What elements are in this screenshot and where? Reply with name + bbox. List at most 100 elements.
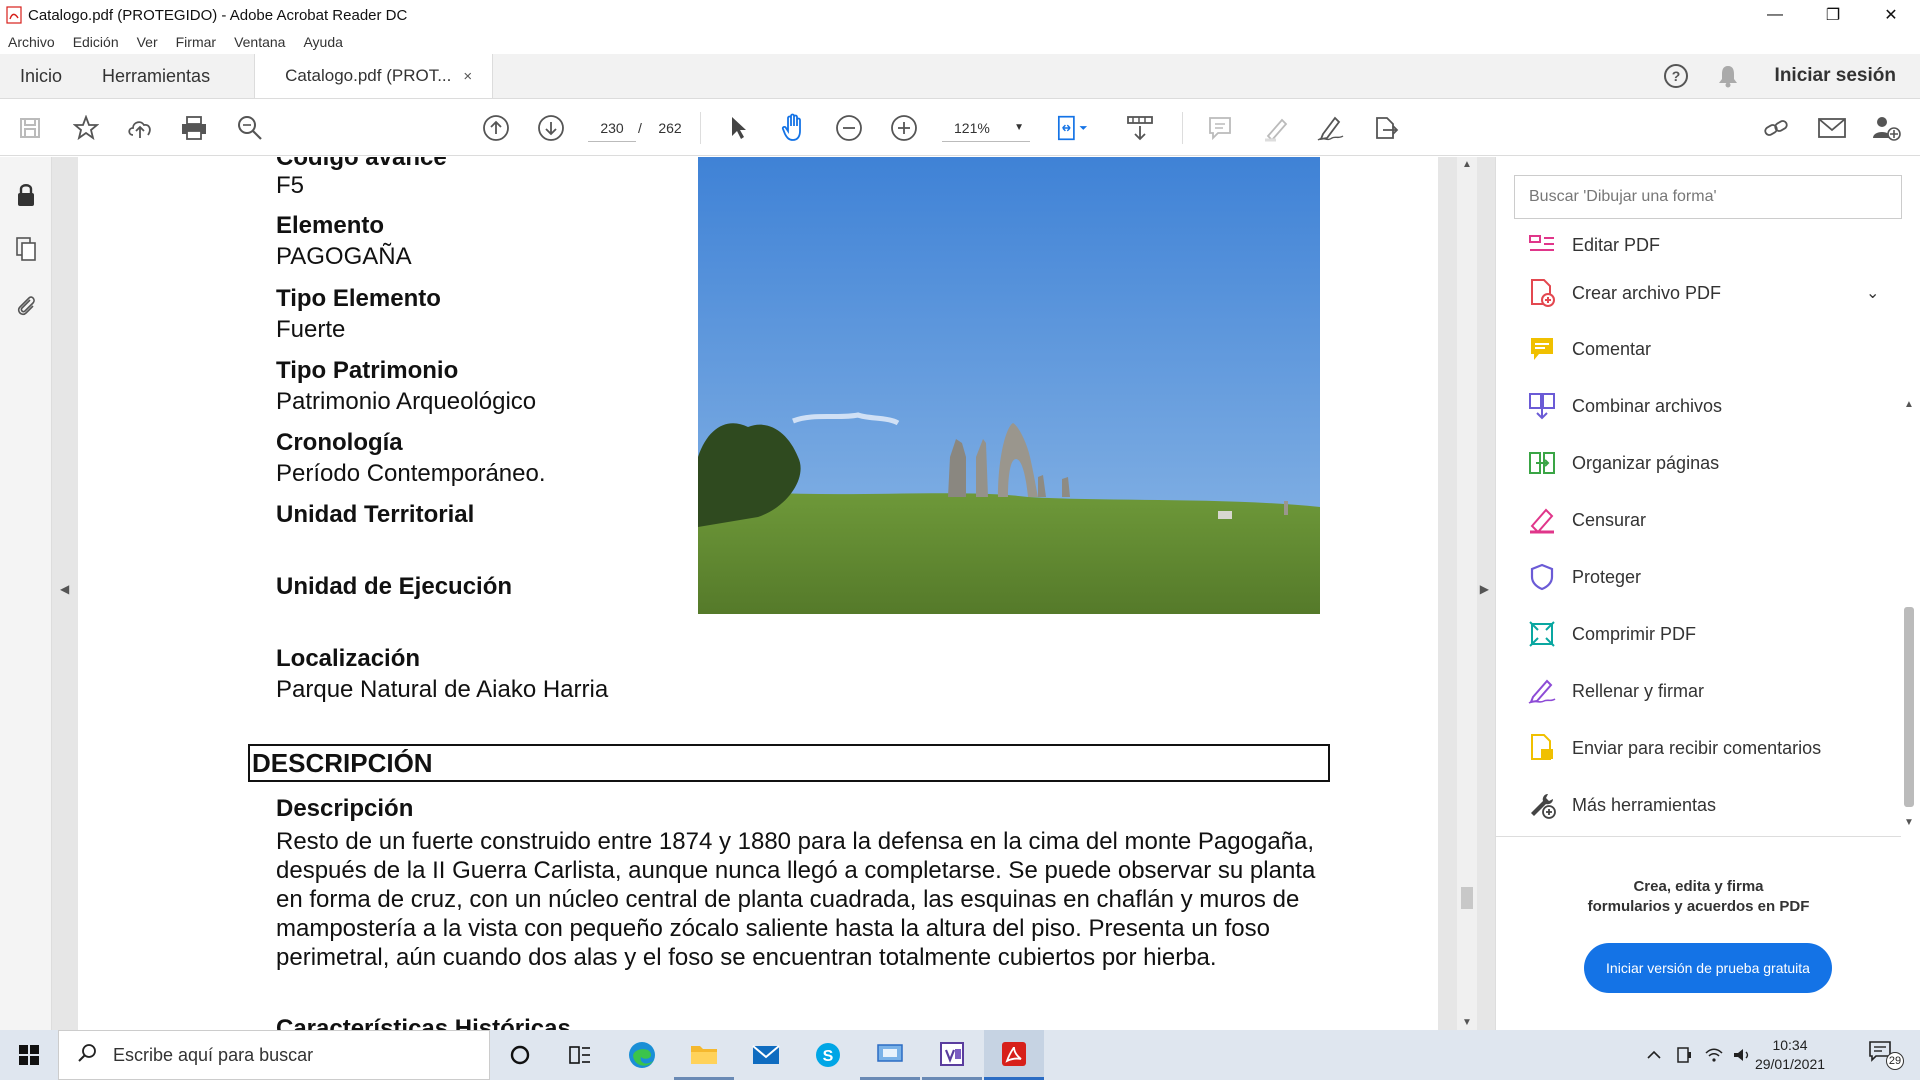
document-scrollbar[interactable]: ▲ ▼ (1457, 157, 1477, 1030)
restore-button[interactable]: ❐ (1804, 0, 1862, 30)
tab-home[interactable]: Inicio (0, 54, 82, 98)
fill-sign-icon (1526, 675, 1558, 707)
tool-organize-pages[interactable]: Organizar páginas (1526, 443, 1719, 483)
notifications-bell-icon[interactable] (1713, 61, 1743, 91)
expand-right-panel-icon[interactable]: ▶ (1480, 582, 1489, 596)
compress-pdf-icon (1526, 618, 1558, 650)
minimize-button[interactable]: — (1746, 0, 1804, 30)
organize-pages-icon (1526, 447, 1558, 479)
tab-document-label: Catalogo.pdf (PROT... (285, 66, 452, 85)
scroll-up-arrow-icon[interactable]: ▲ (1462, 159, 1472, 170)
windows-start-icon[interactable] (0, 1030, 58, 1080)
start-trial-button[interactable]: Iniciar versión de prueba gratuita (1584, 943, 1832, 993)
protect-icon (1526, 561, 1558, 593)
scroll-down-arrow-icon[interactable]: ▼ (1462, 1017, 1472, 1028)
tool-send-review[interactable]: Enviar para recibir comentarios (1526, 728, 1821, 768)
ruins-photo (698, 157, 1320, 614)
system-clock[interactable]: 10:34 29/01/2021 (1740, 1036, 1840, 1074)
wifi-icon[interactable] (1700, 1030, 1728, 1080)
next-page-icon[interactable] (535, 112, 567, 144)
zoom-level-select[interactable]: 121% ▼ (942, 114, 1030, 142)
add-user-icon[interactable] (1870, 112, 1902, 144)
taskbar-search-box[interactable]: Escribe aquí para buscar (58, 1030, 490, 1080)
task-view-icon[interactable] (550, 1030, 610, 1080)
zoom-in-icon[interactable] (888, 112, 920, 144)
close-tab-icon[interactable]: × (463, 68, 472, 85)
tool-organize-pages-label: Organizar páginas (1572, 452, 1720, 473)
skype-icon[interactable]: S (798, 1030, 858, 1080)
field-label-codigo: Código avance (276, 157, 447, 171)
share-link-icon[interactable] (1760, 112, 1792, 144)
edge-browser-icon[interactable] (612, 1030, 672, 1080)
scroll-mode-icon[interactable] (1124, 112, 1156, 144)
tool-combine-files-label: Combinar archivos (1572, 395, 1723, 416)
scroll-up-arrow-icon[interactable]: ▲ (1904, 399, 1914, 410)
sign-pen-icon[interactable] (1314, 112, 1346, 144)
save-icon[interactable] (14, 112, 46, 144)
mail-icon[interactable] (736, 1030, 796, 1080)
sign-in-button[interactable]: Iniciar sesión (1775, 65, 1896, 87)
show-hidden-icons-icon[interactable] (1640, 1030, 1668, 1080)
page-number-input[interactable]: 230 (588, 114, 636, 142)
search-zoom-icon[interactable] (234, 112, 266, 144)
field-label-localizacion: Localización (276, 645, 421, 672)
menu-archivo[interactable]: Archivo (8, 34, 55, 50)
left-navigation-rail (0, 157, 52, 1030)
device-icon[interactable] (1670, 1030, 1698, 1080)
tab-document[interactable]: Catalogo.pdf (PROT... × (254, 54, 494, 98)
page-thumbnails-icon[interactable] (12, 235, 40, 263)
field-label-tipo-patrimonio: Tipo Patrimonio (276, 357, 459, 384)
field-label-cronologia: Cronología (276, 429, 403, 456)
tab-tools[interactable]: Herramientas (82, 54, 230, 98)
tool-more-tools[interactable]: Más herramientas (1526, 785, 1716, 825)
share-edit-icon[interactable] (1370, 112, 1402, 144)
lock-icon[interactable] (12, 181, 40, 209)
zoom-out-icon[interactable] (833, 112, 865, 144)
help-icon[interactable]: ? (1661, 61, 1691, 91)
redact-icon (1526, 504, 1558, 536)
description-label: Descripción (276, 795, 414, 822)
highlight-icon[interactable] (1260, 112, 1292, 144)
tool-combine-files[interactable]: Combinar archivos (1526, 386, 1722, 426)
document-viewport[interactable]: ◀ Código avance F5 Elemento PAGOGAÑA Tip… (52, 157, 1495, 1030)
menu-ver[interactable]: Ver (137, 34, 158, 50)
star-icon[interactable] (70, 112, 102, 144)
visio-icon[interactable] (922, 1030, 982, 1080)
tool-fill-sign[interactable]: Rellenar y firmar (1526, 671, 1704, 711)
tool-edit-pdf[interactable]: Editar PDF (1526, 227, 1660, 265)
select-pointer-icon[interactable] (722, 112, 754, 144)
tools-scrollbar[interactable]: ▲ ▼ (1898, 227, 1918, 828)
collapse-left-panel-icon[interactable]: ◀ (60, 582, 69, 596)
hand-tool-icon[interactable] (778, 112, 810, 144)
promo-text: Crea, edita y firma formularios y acuerd… (1496, 877, 1901, 917)
tool-create-pdf[interactable]: Crear archivo PDF ⌄ (1526, 273, 1879, 313)
print-icon[interactable] (178, 112, 210, 144)
scrollbar-thumb[interactable] (1461, 887, 1473, 909)
menu-ventana[interactable]: Ventana (234, 34, 285, 50)
menu-ayuda[interactable]: Ayuda (303, 34, 342, 50)
scroll-down-arrow-icon[interactable]: ▼ (1904, 817, 1914, 828)
fit-page-icon[interactable] (1056, 112, 1088, 144)
section-heading-descripcion: DESCRIPCIÓN (248, 744, 1330, 782)
cortana-icon[interactable] (490, 1030, 550, 1080)
menu-firmar[interactable]: Firmar (176, 34, 216, 50)
tool-protect[interactable]: Proteger (1526, 557, 1641, 597)
tools-scrollbar-thumb[interactable] (1904, 607, 1914, 807)
add-comment-icon[interactable] (1204, 112, 1236, 144)
tool-comment[interactable]: Comentar (1526, 329, 1651, 369)
upload-cloud-icon[interactable] (124, 112, 156, 144)
email-icon[interactable] (1816, 112, 1848, 144)
acrobat-reader-icon[interactable] (984, 1030, 1044, 1080)
chevron-down-icon[interactable]: ⌄ (1866, 283, 1879, 303)
action-center-icon[interactable]: 29 (1868, 1040, 1908, 1070)
close-window-button[interactable]: ✕ (1862, 0, 1920, 30)
menu-edicion[interactable]: Edición (73, 34, 119, 50)
tool-compress-pdf[interactable]: Comprimir PDF (1526, 614, 1696, 654)
attachments-paperclip-icon[interactable] (12, 291, 40, 319)
tool-redact[interactable]: Censurar (1526, 500, 1646, 540)
tools-search-input[interactable]: Buscar 'Dibujar una forma' (1514, 175, 1902, 219)
previous-page-icon[interactable] (480, 112, 512, 144)
title-bar: Catalogo.pdf (PROTEGIDO) - Adobe Acrobat… (0, 0, 1920, 30)
control-panel-icon[interactable] (860, 1030, 920, 1080)
file-explorer-icon[interactable] (674, 1030, 734, 1080)
